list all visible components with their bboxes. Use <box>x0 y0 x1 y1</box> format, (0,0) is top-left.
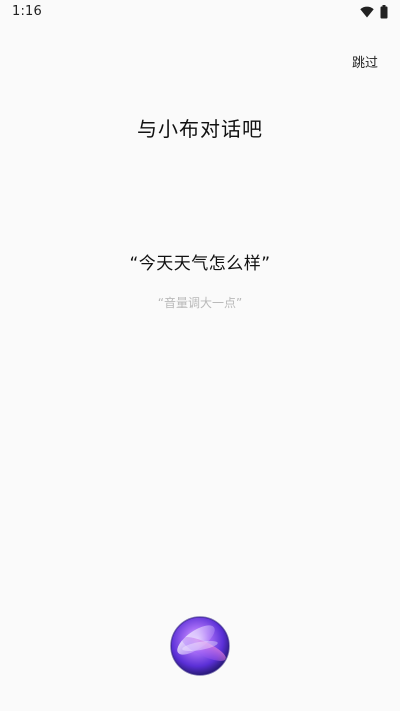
suggestion-primary: “今天天气怎么样” <box>129 254 271 274</box>
status-bar: 1:16 <box>0 0 400 24</box>
status-time: 1:16 <box>12 4 42 19</box>
wifi-icon <box>360 6 374 18</box>
status-icons <box>360 4 388 20</box>
page-title: 与小布对话吧 <box>137 117 263 141</box>
orb-graphic <box>170 616 230 676</box>
battery-icon <box>380 5 388 19</box>
voice-assistant-orb-icon[interactable] <box>170 616 230 676</box>
suggestion-secondary: “音量调大一点” <box>157 296 243 310</box>
skip-button[interactable]: 跳过 <box>352 50 378 73</box>
